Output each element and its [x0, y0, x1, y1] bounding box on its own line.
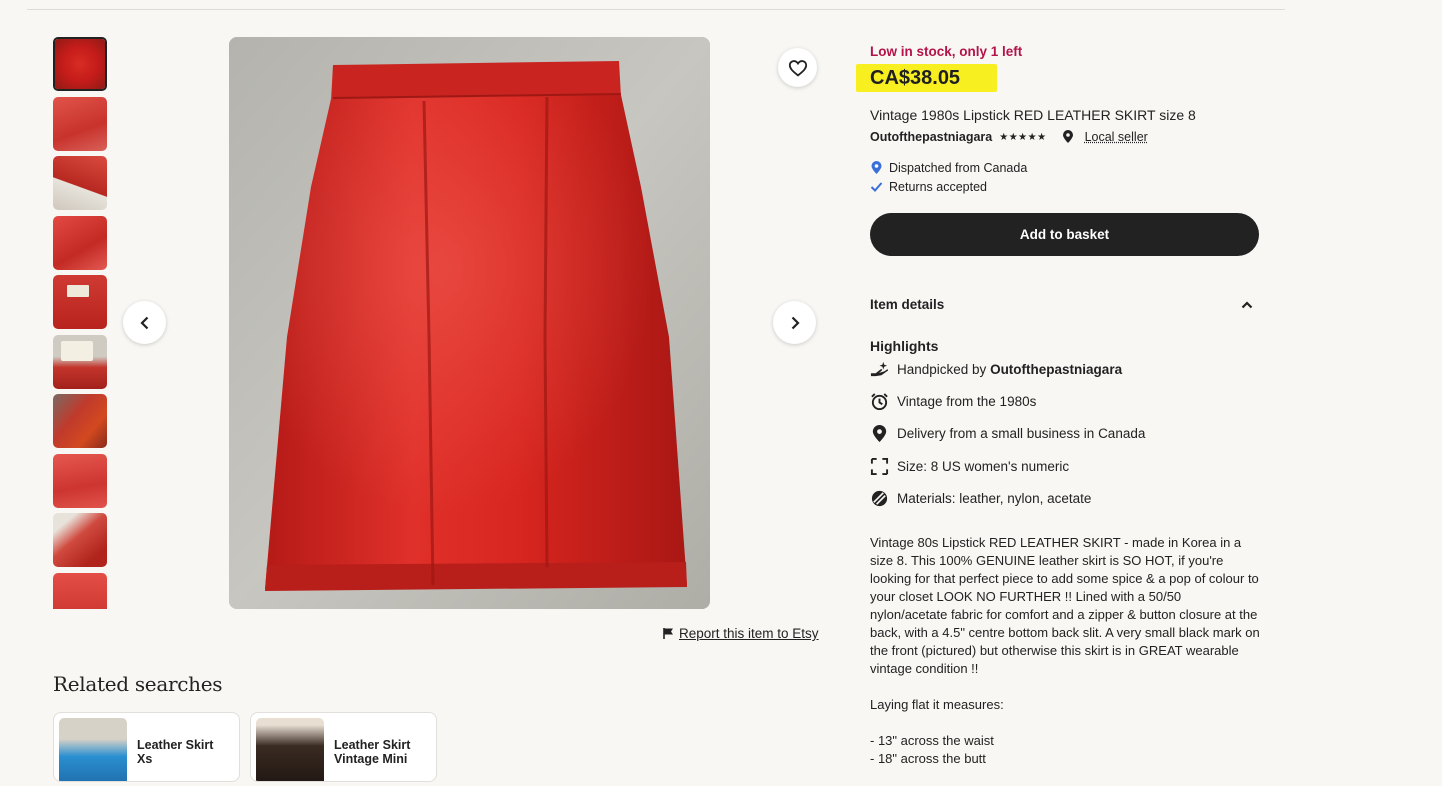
description-paragraph-2: Laying flat it measures: — [870, 697, 1004, 712]
seller-rating-stars: ★★★★★ — [999, 131, 1047, 143]
add-to-basket-button[interactable]: Add to basket — [870, 213, 1259, 256]
dispatch-label: Dispatched from Canada — [889, 161, 1028, 175]
related-search-label-1: Leather Skirt Xs — [137, 738, 214, 766]
thumbnail-2[interactable] — [53, 96, 107, 151]
item-details-label: Item details — [870, 297, 945, 312]
report-item-link[interactable]: Report this item to Etsy — [662, 626, 819, 641]
returns-label: Returns accepted — [889, 180, 987, 194]
highlight-delivery: Delivery from a small business in Canada — [870, 424, 1260, 443]
highlight-handpicked: Handpicked by Outofthepastniagara — [870, 360, 1260, 379]
thumbnail-1[interactable] — [53, 37, 107, 91]
thumbnail-3[interactable] — [53, 156, 107, 210]
thumbnail-9[interactable] — [53, 513, 107, 567]
related-search-image-1 — [59, 718, 127, 781]
local-seller-link[interactable]: Local seller — [1085, 130, 1148, 144]
handpicked-seller-link[interactable]: Outofthepastniagara — [990, 362, 1122, 377]
thumbnail-7[interactable] — [53, 394, 107, 448]
favorite-button[interactable] — [778, 48, 817, 87]
alarm-clock-icon — [871, 393, 888, 411]
description-paragraph-1: Vintage 80s Lipstick RED LEATHER SKIRT -… — [870, 535, 1260, 676]
listing-title: Vintage 1980s Lipstick RED LEATHER SKIRT… — [870, 107, 1196, 123]
next-image-button[interactable] — [773, 301, 816, 344]
related-search-card-1[interactable]: Leather Skirt Xs — [53, 712, 240, 782]
seller-row: Outofthepastniagara ★★★★★ Local seller — [870, 130, 1260, 144]
red-leather-skirt-photo — [229, 37, 710, 609]
stock-notice: Low in stock, only 1 left — [870, 44, 1023, 59]
highlight-vintage: Vintage from the 1980s — [870, 392, 1260, 411]
item-description: Vintage 80s Lipstick RED LEATHER SKIRT -… — [870, 534, 1260, 786]
chevron-left-icon — [139, 316, 148, 329]
resize-icon — [870, 457, 889, 476]
thumbnail-5[interactable] — [53, 275, 107, 329]
size-label: Size: 8 US women's numeric — [897, 459, 1070, 474]
location-pin-blue-icon — [871, 161, 882, 174]
seller-name-link[interactable]: Outofthepastniagara — [870, 130, 992, 144]
highlight-materials: Materials: leather, nylon, acetate — [870, 489, 1260, 508]
materials-icon — [871, 490, 888, 507]
related-search-card-2[interactable]: Leather Skirt Vintage Mini — [250, 712, 437, 782]
thumbnail-4[interactable] — [53, 215, 107, 270]
related-searches-heading: Related searches — [53, 672, 223, 696]
chevron-up-icon — [1241, 300, 1253, 308]
report-item-label[interactable]: Report this item to Etsy — [679, 626, 819, 641]
top-divider — [27, 9, 1285, 10]
materials-label: Materials: leather, nylon, acetate — [897, 491, 1092, 506]
related-search-image-2 — [256, 718, 324, 781]
dispatch-info: Dispatched from Canada — [870, 161, 1260, 175]
vintage-label: Vintage from the 1980s — [897, 394, 1037, 409]
price: CA$38.05 — [870, 67, 961, 89]
thumbnail-8[interactable] — [53, 453, 107, 508]
chevron-right-icon — [791, 316, 800, 329]
thumbnail-10[interactable] — [53, 572, 107, 609]
previous-image-button[interactable] — [123, 301, 166, 344]
highlights-heading: Highlights — [870, 338, 939, 354]
highlight-size: Size: 8 US women's numeric — [870, 457, 1260, 476]
related-search-label-2: Leather Skirt Vintage Mini — [334, 738, 411, 766]
item-details-toggle[interactable]: Item details — [870, 297, 1260, 312]
delivery-label: Delivery from a small business in Canada — [897, 426, 1146, 441]
location-pin-icon — [1062, 130, 1073, 143]
thumbnail-strip[interactable] — [53, 37, 107, 609]
handpicked-prefix: Handpicked by — [897, 362, 991, 377]
heart-icon — [788, 59, 807, 77]
location-pin-icon — [872, 424, 887, 443]
returns-info: Returns accepted — [870, 180, 1260, 194]
main-product-image[interactable] — [229, 37, 710, 609]
checkmark-icon — [870, 182, 883, 192]
hand-sparkle-icon — [870, 361, 889, 377]
thumbnail-6[interactable] — [53, 334, 107, 389]
flag-icon — [663, 628, 673, 639]
